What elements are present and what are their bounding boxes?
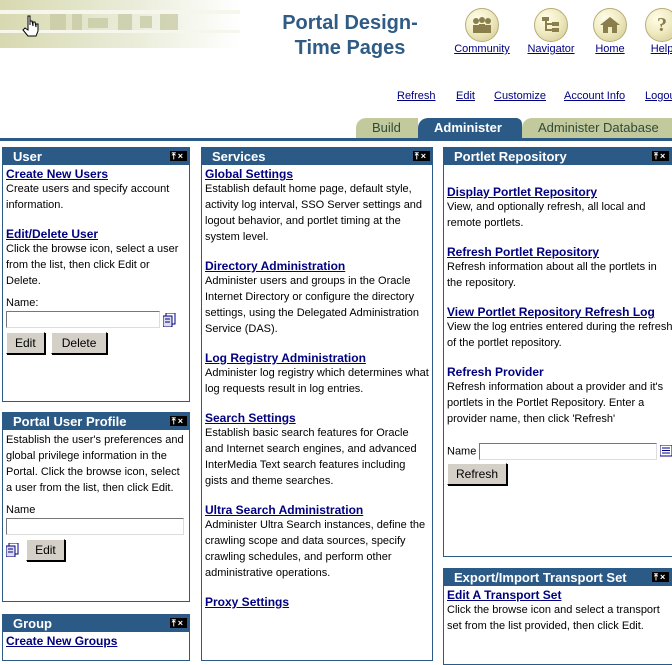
directory-administration-desc: Administer users and groups in the Oracl… (205, 275, 420, 335)
global-settings-desc: Establish default home page, default sty… (205, 183, 423, 243)
user-portlet-header: User ⤒× (3, 148, 189, 165)
transport-portlet-header: Export/Import Transport Set ⤒× (444, 569, 672, 586)
transport-set-portlet: Export/Import Transport Set ⤒× Edit A Tr… (443, 568, 672, 665)
edit-transport-set-desc: Click the browse icon and select a trans… (447, 604, 660, 632)
edit-user-desc: Click the browse icon, select a user fro… (6, 243, 179, 287)
refresh-repository-link[interactable]: Refresh Portlet Repository (447, 245, 672, 259)
proxy-settings-link[interactable]: Proxy Settings (205, 595, 429, 609)
repository-portlet-header: Portlet Repository ⤒× (444, 148, 672, 165)
services-portlet: Services ⤒× Global Settings Establish de… (201, 147, 433, 661)
edit-delete-user-link[interactable]: Edit/Delete User (6, 227, 186, 241)
services-portlet-header: Services ⤒× (202, 148, 432, 165)
ultra-search-link[interactable]: Ultra Search Administration (205, 503, 429, 517)
portlet-repository-portlet: Portlet Repository ⤒× Display Portlet Re… (443, 147, 672, 557)
profile-name-input[interactable] (6, 518, 184, 535)
edit-transport-set-link[interactable]: Edit A Transport Set (447, 588, 672, 602)
edit-link[interactable]: Edit (456, 90, 475, 102)
portlet-controls[interactable]: ⤒× (169, 618, 187, 628)
refresh-provider-button[interactable]: Refresh (447, 463, 508, 485)
group-portlet-header: Group ⤒× (3, 615, 189, 632)
provider-name-label: Name (447, 445, 477, 458)
create-users-desc: Create users and specify account informa… (6, 183, 170, 211)
create-new-users-link[interactable]: Create New Users (6, 167, 186, 181)
directory-administration-link[interactable]: Directory Administration (205, 259, 429, 273)
transport-portlet-title: Export/Import Transport Set (454, 570, 627, 585)
create-new-groups-link[interactable]: Create New Groups (6, 634, 186, 648)
nav-help-label[interactable]: Help (630, 43, 672, 55)
portlet-controls[interactable]: ⤒× (652, 151, 670, 161)
view-refresh-log-link[interactable]: View Portlet Repository Refresh Log (447, 305, 672, 319)
tab-build-label: Build (372, 120, 401, 135)
profile-portlet-header: Portal User Profile ⤒× (3, 413, 189, 430)
user-portlet-title: User (13, 149, 42, 164)
navigator-icon (534, 8, 568, 42)
profile-name-label: Name (6, 504, 36, 516)
logout-link[interactable]: Logout (645, 90, 672, 102)
provider-name-input[interactable] (479, 443, 658, 460)
services-portlet-title: Services (212, 149, 266, 164)
portlet-controls[interactable]: ⤒× (169, 416, 187, 426)
search-settings-link[interactable]: Search Settings (205, 411, 429, 425)
page-title-line1: Portal Design- (282, 12, 418, 34)
profile-portlet-title: Portal User Profile (13, 414, 127, 429)
tab-administer-database[interactable]: Administer Database (522, 118, 672, 138)
profile-edit-button[interactable]: Edit (26, 539, 65, 561)
refresh-provider-desc: Refresh information about a provider and… (447, 381, 664, 425)
browse-list-icon[interactable] (659, 444, 672, 459)
browse-icon[interactable] (162, 312, 176, 327)
nav-community[interactable]: Community (450, 8, 514, 55)
nav-help[interactable]: ? Help (630, 8, 672, 55)
home-icon (593, 8, 627, 42)
customize-link[interactable]: Customize (494, 90, 546, 102)
refresh-repository-desc: Refresh information about all the portle… (447, 261, 657, 289)
search-settings-desc: Establish basic search features for Orac… (205, 427, 417, 487)
browse-icon[interactable] (5, 542, 19, 558)
group-portlet: Group ⤒× Create New Groups (2, 614, 190, 661)
display-repository-link[interactable]: Display Portlet Repository (447, 185, 672, 199)
repository-portlet-title: Portlet Repository (454, 149, 567, 164)
tab-build[interactable]: Build (356, 118, 418, 138)
tab-underline (0, 138, 672, 141)
global-settings-link[interactable]: Global Settings (205, 167, 429, 181)
portlet-controls[interactable]: ⤒× (412, 151, 430, 161)
nav-community-label[interactable]: Community (450, 43, 514, 55)
tab-administer[interactable]: Administer (418, 118, 522, 138)
refresh-provider-heading: Refresh Provider (447, 365, 544, 379)
portlet-controls[interactable]: ⤒× (652, 572, 670, 582)
user-portlet: User ⤒× Create New Users Create users an… (2, 147, 190, 402)
edit-user-button[interactable]: Edit (6, 332, 45, 354)
tab-administer-label: Administer (434, 120, 502, 135)
log-registry-link[interactable]: Log Registry Administration (205, 351, 429, 365)
help-icon: ? (645, 8, 672, 42)
account-info-link[interactable]: Account Info (564, 90, 625, 102)
group-portlet-title: Group (13, 616, 52, 631)
nav-navigator-label[interactable]: Navigator (519, 43, 583, 55)
portal-user-profile-portlet: Portal User Profile ⤒× Establish the use… (2, 412, 190, 602)
page-title-line2: Time Pages (294, 37, 406, 59)
log-registry-desc: Administer log registry which determines… (205, 367, 429, 395)
view-refresh-log-desc: View the log entries entered during the … (447, 321, 672, 349)
nav-navigator[interactable]: Navigator (519, 8, 583, 55)
logo-graphic (0, 0, 240, 48)
delete-user-button[interactable]: Delete (50, 332, 108, 354)
portlet-controls[interactable]: ⤒× (169, 151, 187, 161)
ultra-search-desc: Administer Ultra Search instances, defin… (205, 519, 426, 579)
user-name-label: Name: (6, 297, 39, 309)
tab-administer-database-label: Administer Database (538, 120, 659, 135)
community-icon (465, 8, 499, 42)
display-repository-desc: View, and optionally refresh, all local … (447, 201, 646, 229)
portal-logo (0, 0, 240, 48)
profile-desc: Establish the user's preferences and glo… (6, 434, 184, 494)
user-name-input[interactable] (6, 311, 160, 328)
refresh-link[interactable]: Refresh (397, 90, 436, 102)
page-title: Portal Design- Time Pages (270, 11, 430, 61)
